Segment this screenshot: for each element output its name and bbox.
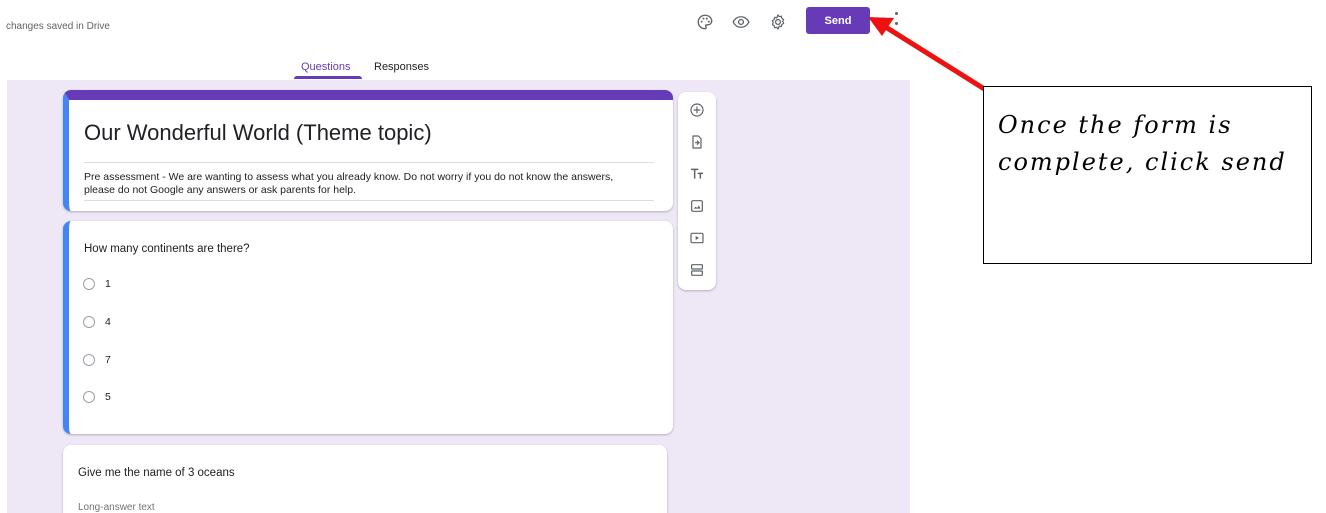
form-canvas: Our Wonderful World (Theme topic) Pre as… xyxy=(7,80,910,513)
question-card[interactable]: Give me the name of 3 oceans Long-answer… xyxy=(63,445,667,513)
divider xyxy=(84,162,654,163)
form-header-card[interactable]: Our Wonderful World (Theme topic) Pre as… xyxy=(63,90,673,211)
radio-option[interactable]: 1 xyxy=(83,278,111,290)
gear-icon[interactable] xyxy=(766,10,790,34)
side-toolbar xyxy=(678,92,716,290)
active-tab-indicator xyxy=(294,76,362,79)
import-questions-icon[interactable] xyxy=(687,132,707,152)
radio-button[interactable] xyxy=(83,354,95,366)
add-question-icon[interactable] xyxy=(687,100,707,120)
add-video-icon[interactable] xyxy=(687,228,707,248)
option-label: 1 xyxy=(105,278,111,290)
option-label: 5 xyxy=(105,391,111,403)
radio-button[interactable] xyxy=(83,391,95,403)
divider xyxy=(84,200,654,201)
question-title[interactable]: How many continents are there? xyxy=(84,243,250,255)
question-title[interactable]: Give me the name of 3 oceans xyxy=(78,467,235,479)
option-label: 7 xyxy=(105,354,111,366)
callout-text: Once the form is complete, click send xyxy=(998,111,1287,176)
save-status: changes saved in Drive xyxy=(6,21,110,32)
tab-questions[interactable]: Questions xyxy=(301,61,351,73)
tab-responses[interactable]: Responses xyxy=(374,61,429,73)
question-card[interactable]: How many continents are there? 1 4 7 5 xyxy=(63,221,673,434)
form-description[interactable]: Pre assessment - We are wanting to asses… xyxy=(84,171,644,197)
annotation-arrow xyxy=(868,17,989,93)
radio-option[interactable]: 7 xyxy=(83,354,111,366)
radio-option[interactable]: 4 xyxy=(83,316,111,328)
app-header: changes saved in Drive Send xyxy=(0,0,910,50)
radio-button[interactable] xyxy=(83,278,95,290)
palette-icon[interactable] xyxy=(693,10,717,34)
long-answer-placeholder: Long-answer text xyxy=(78,502,155,513)
radio-option[interactable]: 5 xyxy=(83,391,111,403)
radio-button[interactable] xyxy=(83,316,95,328)
eye-icon[interactable] xyxy=(729,10,753,34)
add-title-icon[interactable] xyxy=(687,164,707,184)
option-label: 4 xyxy=(105,316,111,328)
form-title[interactable]: Our Wonderful World (Theme topic) xyxy=(84,120,432,146)
add-section-icon[interactable] xyxy=(687,260,707,280)
instruction-callout: Once the form is complete, click send xyxy=(983,86,1312,264)
add-image-icon[interactable] xyxy=(687,196,707,216)
tab-bar: Questions Responses xyxy=(0,50,910,80)
